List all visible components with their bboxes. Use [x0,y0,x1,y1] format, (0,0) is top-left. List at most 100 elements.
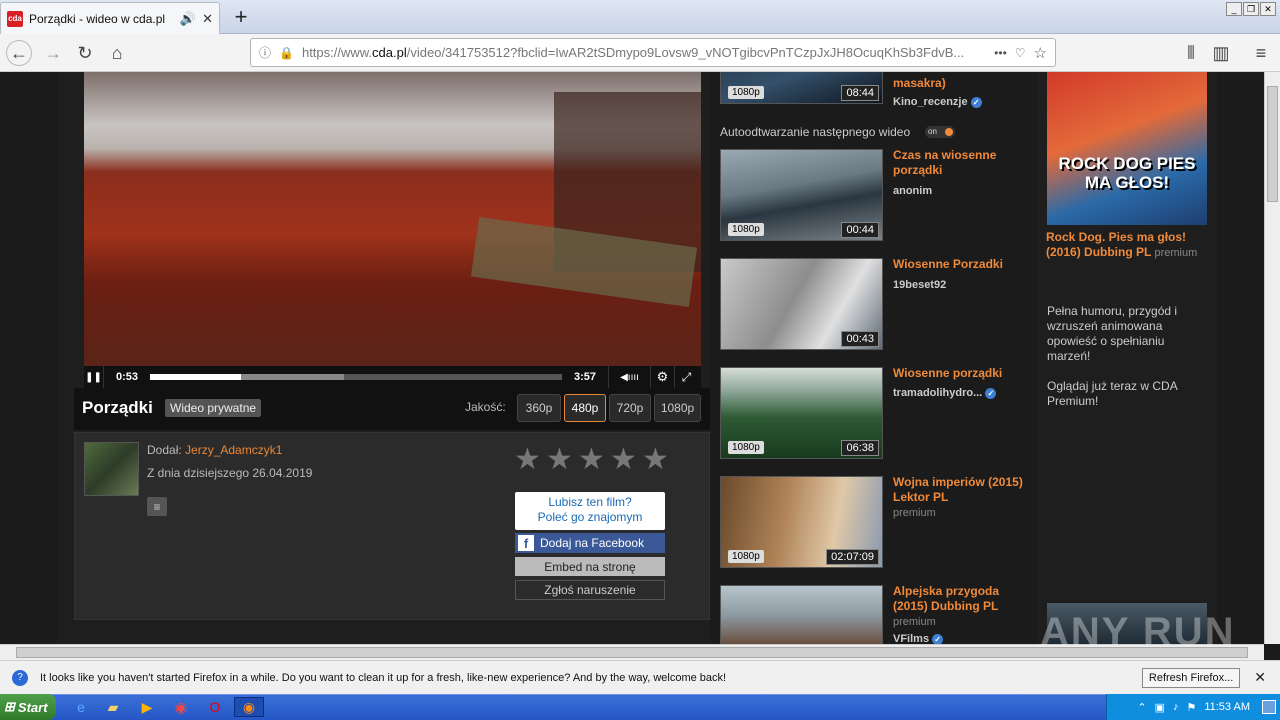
facebook-share-label: Dodaj na Facebook [540,536,645,550]
network-icon[interactable]: ▣ [1155,701,1165,714]
related-thumbnail-5[interactable] [720,585,883,644]
chrome-icon[interactable]: ◉ [170,697,192,717]
close-notification-icon[interactable]: ✕ [1254,669,1266,686]
minimize-icon[interactable]: _ [1226,2,1242,16]
refresh-firefox-button[interactable]: Refresh Firefox... [1141,667,1241,688]
sidebar-icon[interactable]: ▥ [1208,40,1234,66]
settings-gear-icon[interactable]: ⚙ [650,366,674,388]
seek-bar[interactable] [150,374,562,380]
folder-icon[interactable]: ▰ [102,697,124,717]
speaker-icon[interactable]: 🔊 [180,11,196,27]
related-title-1[interactable]: Czas na wiosenne porządki [893,148,1028,178]
restore-icon[interactable]: ❐ [1243,2,1259,16]
rating-star-4-icon[interactable]: ★ [610,442,637,477]
related-author-3[interactable]: tramadolihydro... ✓ [893,387,997,399]
related-title-3[interactable]: Wiosenne porządki [893,366,1028,381]
top-video-author[interactable]: Kino_recenzje ✓ [893,96,982,108]
tray-arrow-icon[interactable]: ⌃ [1137,701,1146,714]
related-thumbnail-4[interactable]: 1080p 02:07:09 [720,476,883,568]
quality-480p-button[interactable]: 480p [564,394,606,422]
home-icon[interactable]: ⌂ [104,40,130,66]
vertical-scrollbar[interactable] [1264,72,1280,644]
menu-icon[interactable]: ≡ [1248,40,1274,66]
back-arrow-icon[interactable]: ← [6,40,32,66]
firefox-taskbar-icon[interactable]: ◉ [234,697,264,717]
url-path: /video/341753512?fbclid=IwAR2tSDmypo9Lov… [406,45,965,60]
volume-icon[interactable]: ◀ıııı [608,366,650,388]
new-tab-icon[interactable]: + [228,4,254,30]
promo-banner-text: ROCK DOG PIES MA GŁOS! [1058,154,1196,192]
quality-1080p-button[interactable]: 1080p [654,394,701,422]
media-player-icon[interactable]: ▶ [136,697,158,717]
related-author-2[interactable]: 19beset92 [893,279,946,291]
autoplay-toggle[interactable]: on [925,126,955,138]
rating-star-1-icon[interactable]: ★ [514,442,541,477]
url-bar[interactable]: ⓘ 🔒 https://www.cda.pl/video/341753512?f… [250,38,1056,67]
scrollbar-thumb[interactable] [1267,86,1278,202]
lock-icon[interactable]: 🔒 [279,46,294,60]
promo-cta: Oglądaj już teraz w CDA Premium! [1047,379,1178,408]
opera-icon[interactable]: O [204,697,226,717]
pocket-icon[interactable]: ♡ [1015,46,1026,60]
recommend-line-2: Poleć go znajomym [537,510,643,524]
upload-date: Z dnia dzisiejszego 26.04.2019 [147,466,313,480]
taskbar [0,694,1280,720]
top-video-thumbnail[interactable]: 1080p 08:44 [720,72,883,104]
duration-badge: 00:44 [841,222,879,238]
related-thumbnail-3[interactable]: 1080p 06:38 [720,367,883,459]
uploader-link[interactable]: Jerzy_Adamczyk1 [185,443,282,457]
bookmark-star-icon[interactable]: ☆ [1034,44,1047,62]
pause-icon[interactable]: ❚❚ [84,366,104,388]
rating-star-3-icon[interactable]: ★ [578,442,605,477]
url-prefix: https://www. [301,45,373,60]
rating-star-5-icon[interactable]: ★ [642,442,669,477]
promo-title-block[interactable]: Rock Dog. Pies ma głos! (2016) Dubbing P… [1046,230,1211,261]
library-icon[interactable]: ⫴ [1178,40,1204,66]
info-icon: ? [12,669,28,686]
volume-tray-icon[interactable]: ♪ [1173,701,1179,713]
browser-tab[interactable]: cda Porządki - wideo w cda.pl 🔊 ✕ [0,2,220,34]
current-time: 0:53 [115,371,139,383]
flag-icon[interactable]: ⚑ [1186,701,1196,714]
close-tab-icon[interactable]: ✕ [202,11,213,27]
quality-720p-button[interactable]: 720p [609,394,651,422]
info-icon[interactable]: ⓘ [259,44,271,61]
duration-badge: 00:43 [841,331,879,347]
duration-badge: 06:38 [841,440,879,456]
facebook-share-button[interactable]: f Dodaj na Facebook [515,533,665,553]
internet-explorer-icon[interactable]: e [70,697,92,717]
duration-badge: 08:44 [841,85,879,101]
video-frame[interactable] [84,72,701,366]
recommend-line-1: Lubisz ten film? [548,495,632,509]
fullscreen-icon[interactable]: ⤢ [674,366,698,388]
tab-bar: cda Porządki - wideo w cda.pl 🔊 ✕ + _ ❐ … [0,0,1280,34]
top-video-title[interactable]: masakra) [893,76,1028,91]
reload-icon[interactable]: ↻ [72,40,98,66]
embed-button[interactable]: Embed na stronę [515,557,665,576]
cda-favicon-icon: cda [7,10,23,27]
start-button[interactable]: ⊞ Start [0,694,56,720]
avatar[interactable] [84,442,139,496]
related-thumbnail-1[interactable]: 1080p 00:44 [720,149,883,241]
quality-badge: 1080p [728,550,764,563]
url-domain: cda.pl [372,45,407,60]
promo-banner[interactable]: ROCK DOG PIES MA GŁOS! [1047,72,1207,225]
rating-star-2-icon[interactable]: ★ [546,442,573,477]
page-actions-icon[interactable]: ••• [994,46,1007,60]
forward-arrow-icon[interactable]: → [40,40,66,66]
related-thumbnail-2[interactable]: 00:43 [720,258,883,350]
related-title-5[interactable]: Alpejska przygoda (2015) Dubbing PL [893,584,1028,614]
report-button[interactable]: Zgłoś naruszenie [515,580,665,600]
related-title-2[interactable]: Wiosenne Porzadki [893,257,1028,272]
related-title-4[interactable]: Wojna imperiów (2015) Lektor PL [893,475,1028,505]
page-title: Porządki [82,398,153,417]
show-desktop-icon[interactable] [1262,700,1276,714]
related-author-1[interactable]: anonim [893,185,932,197]
quality-badge: 1080p [728,86,764,99]
close-window-icon[interactable]: ✕ [1260,2,1276,16]
quality-360p-button[interactable]: 360p [517,394,561,422]
premium-label-5: premium [893,616,936,628]
related-author-5[interactable]: VFilms ✓ [893,633,944,644]
navigation-bar: ← → ↻ ⌂ ⓘ 🔒 https://www.cda.pl/video/341… [0,34,1280,72]
description-toggle-icon[interactable]: ≡ [147,497,167,516]
